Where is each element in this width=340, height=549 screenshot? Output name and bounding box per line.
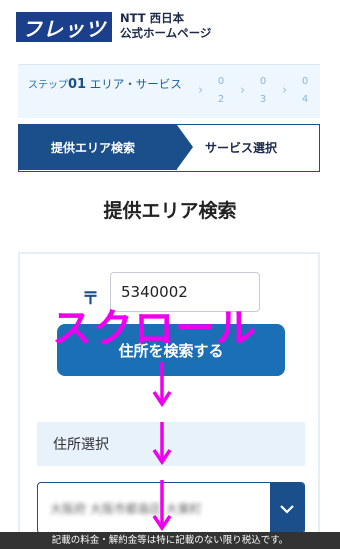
company-name-line2: 公式ホームページ <box>120 26 212 40</box>
select-arrow[interactable] <box>270 483 304 533</box>
step-1: ステップ01 エリア・サービス <box>28 75 203 95</box>
flets-logo[interactable]: フレッツ <box>16 12 112 42</box>
chevron-right-icon: › <box>198 83 204 98</box>
step-1-label: エリア・サービス <box>89 77 182 91</box>
step-1-number: 01 <box>68 77 87 92</box>
page-title: 提供エリア検索 <box>103 200 237 222</box>
step-3: 0 3 <box>252 73 274 109</box>
step-progress: ステップ01 エリア・サービス › 0 2 › 0 3 › 0 4 <box>18 64 320 118</box>
step-4-number: 4 <box>301 94 309 105</box>
arrow-down-icon <box>152 480 172 532</box>
step-3-number: 3 <box>259 94 267 105</box>
site-header: フレッツ NTT 西日本 公式ホームページ <box>0 0 340 56</box>
chevron-right-icon: › <box>282 83 288 98</box>
address-selected-value: 大阪府 大阪市都島区 大東町 <box>50 502 202 516</box>
step-prefix: ステップ <box>28 80 68 91</box>
service-tabs: 提供エリア検索 サービス選択 <box>18 124 320 172</box>
chevron-right-icon: › <box>240 83 246 98</box>
step-2-label: 0 <box>217 76 225 87</box>
arrow-down-icon <box>152 362 172 408</box>
chevron-down-icon <box>280 505 294 514</box>
company-name[interactable]: NTT 西日本 公式ホームページ <box>120 11 211 41</box>
tab-arrow <box>177 125 193 169</box>
arrow-down-icon <box>152 422 172 466</box>
tax-notice-bar: 記載の料金・解約金等は特に記載のない限り税込です。 <box>0 532 340 549</box>
step-2: 0 2 <box>210 73 232 109</box>
step-4: 0 4 <box>294 73 316 109</box>
step-3-label: 0 <box>259 76 267 87</box>
step-2-number: 2 <box>217 94 225 105</box>
tab-service-select[interactable]: サービス選択 <box>205 125 277 170</box>
tab-area-search[interactable]: 提供エリア検索 <box>19 125 177 170</box>
step-4-label: 0 <box>301 76 309 87</box>
scroll-annotation-label: スクロール <box>52 306 257 352</box>
company-name-line1: NTT 西日本 <box>120 11 185 25</box>
